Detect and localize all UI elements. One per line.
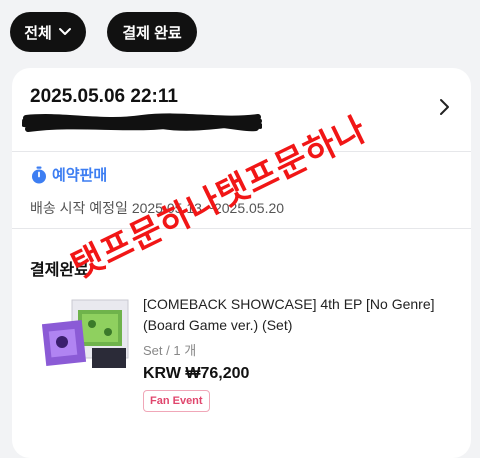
preorder-label: 예약판매 — [52, 167, 108, 184]
redaction-scribble — [22, 113, 262, 132]
product-price: KRW ₩76,200 — [143, 365, 250, 382]
fan-event-badge: Fan Event — [143, 390, 210, 412]
chevron-down-icon — [58, 28, 71, 35]
product-name[interactable]: [COMEBACK SHOWCASE] 4th EP [No Genre] (B… — [143, 294, 443, 336]
order-datetime: 2025.05.06 22:11 — [30, 86, 178, 107]
timer-icon — [32, 166, 46, 183]
filter-status-label: 결제 완료 — [122, 24, 182, 42]
filter-all-label: 전체 — [24, 24, 52, 42]
product-option: Set / 1 개 — [143, 343, 197, 358]
preorder-tag: 예약판매 — [30, 164, 107, 185]
filter-all-button[interactable]: 전체 — [10, 12, 86, 52]
filter-status-button[interactable]: 결제 완료 — [107, 12, 197, 52]
product-thumbnail[interactable] — [42, 296, 130, 372]
